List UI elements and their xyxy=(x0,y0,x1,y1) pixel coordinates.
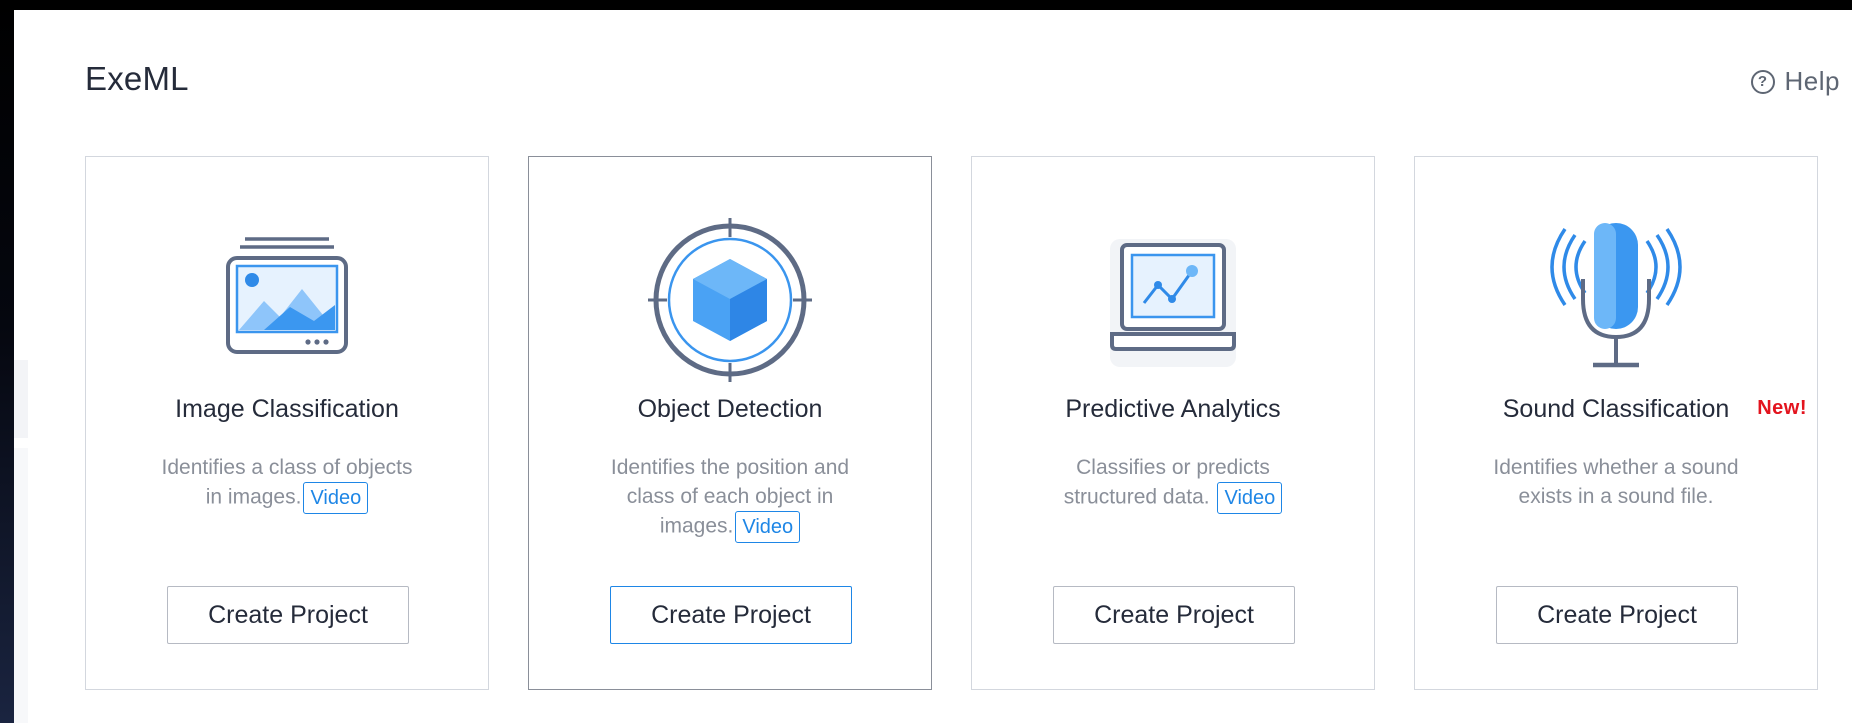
card-object-detection[interactable]: Object Detection Identifies the position… xyxy=(528,156,932,690)
video-link[interactable]: Video xyxy=(735,511,801,543)
card-sound-classification[interactable]: Sound Classification New! Identifies whe… xyxy=(1414,156,1818,690)
page-title: ExeML xyxy=(85,60,189,97)
card-image-classification[interactable]: Image Classification Identifies a class … xyxy=(85,156,489,690)
microphone-icon xyxy=(1550,223,1682,368)
predictive-analytics-icon xyxy=(1110,239,1236,367)
background-left-edge xyxy=(0,0,14,723)
card-title: Image Classification xyxy=(175,395,399,423)
card-title: Object Detection xyxy=(637,395,823,423)
create-project-button[interactable]: Create Project xyxy=(167,586,409,644)
sidebar-edge xyxy=(14,448,28,723)
card-description: Identifies the position and class of eac… xyxy=(569,453,891,543)
help-link[interactable]: ? Help xyxy=(1750,66,1840,97)
card-title: Predictive Analytics xyxy=(1065,395,1281,423)
exeml-panel: ExeML ? Help Image Classification Identi… xyxy=(14,10,1852,723)
video-link[interactable]: Video xyxy=(1217,482,1283,514)
window-top-edge xyxy=(0,0,1852,10)
card-description-line: Identifies the position and xyxy=(610,456,850,479)
card-description-line: in images. xyxy=(205,485,302,509)
image-classification-icon xyxy=(226,237,348,354)
card-description-line: exists in a sound file. xyxy=(1518,485,1714,508)
video-link[interactable]: Video xyxy=(303,482,369,514)
card-description: Classifies or predicts structured data. … xyxy=(1012,453,1334,514)
card-description-line: Identifies a class of objects xyxy=(161,456,413,479)
question-circle-icon: ? xyxy=(1750,69,1775,94)
create-project-button[interactable]: Create Project xyxy=(1496,586,1738,644)
sidebar-edge xyxy=(14,360,28,438)
card-description-line: class of each object in xyxy=(626,485,834,508)
card-description-line: Classifies or predicts xyxy=(1076,456,1270,479)
card-description-line: structured data. xyxy=(1063,485,1210,509)
new-badge: New! xyxy=(1757,397,1807,419)
card-description: Identifies a class of objects in images.… xyxy=(126,453,448,514)
object-detection-icon xyxy=(648,218,812,382)
create-project-button[interactable]: Create Project xyxy=(1053,586,1295,644)
card-description-line: images. xyxy=(659,514,734,538)
card-description: Identifies whether a sound exists in a s… xyxy=(1455,453,1777,511)
card-predictive-analytics[interactable]: Predictive Analytics Classifies or predi… xyxy=(971,156,1375,690)
create-project-button[interactable]: Create Project xyxy=(610,586,852,644)
help-label: Help xyxy=(1784,66,1840,96)
card-description-line: Identifies whether a sound xyxy=(1493,456,1739,479)
